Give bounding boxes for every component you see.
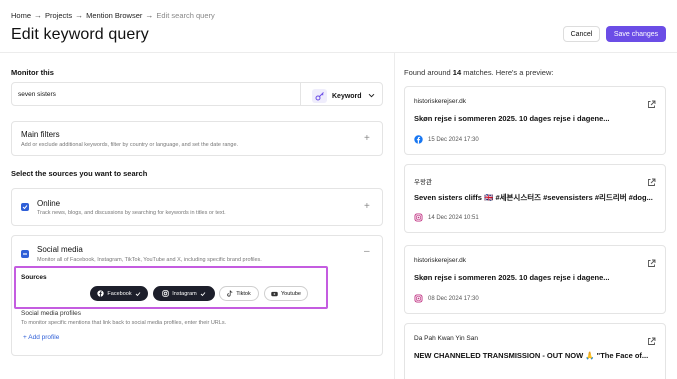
- chevron-down-icon: [367, 87, 376, 105]
- mention-headline: Skøn rejse i sommeren 2025. 10 dages rej…: [414, 273, 610, 282]
- breadcrumb: Home → Projects → Mention Browser → Edit…: [11, 11, 215, 20]
- expand-plus-icon[interactable]: +: [364, 134, 370, 144]
- mention-card[interactable]: historiskerejser.dk Skøn rejse i sommere…: [404, 86, 666, 155]
- facebook-chip[interactable]: Facebook: [90, 286, 148, 301]
- mention-card[interactable]: 우왕관 Seven sisters cliffs 🇬🇧 #세븐시스터즈 #sev…: [404, 164, 666, 233]
- monitor-label: Monitor this: [11, 68, 54, 77]
- mention-meta: 15 Dec 2024 17:30: [414, 135, 479, 144]
- query-type-label: Keyword: [332, 92, 362, 100]
- breadcrumb-separator: →: [34, 11, 43, 20]
- external-link-icon[interactable]: [647, 96, 656, 114]
- breadcrumb-mention-browser[interactable]: Mention Browser: [86, 11, 142, 20]
- mention-meta: 08 Dec 2024 17:30: [414, 294, 479, 303]
- mention-date: 15 Dec 2024 17:30: [428, 136, 479, 143]
- matches-prefix: Found around: [404, 68, 451, 77]
- mention-source: historiskerejser.dk: [414, 98, 467, 105]
- main-filters-title: Main filters: [21, 130, 60, 139]
- external-link-icon[interactable]: [647, 333, 656, 351]
- check-icon: [200, 291, 206, 296]
- social-media-title: Social media: [37, 245, 83, 254]
- mention-headline: Skøn rejse i sommeren 2025. 10 dages rej…: [414, 114, 610, 123]
- social-media-profiles-title: Social media profiles: [21, 310, 81, 317]
- sources-title: Sources: [21, 274, 47, 281]
- online-title: Online: [37, 199, 61, 208]
- mention-headline: Seven sisters cliffs 🇬🇧 #세븐시스터즈 #sevensi…: [414, 193, 653, 202]
- cancel-button[interactable]: Cancel: [563, 26, 600, 42]
- mention-meta: 14 Dec 2024 10:51: [414, 213, 479, 222]
- breadcrumb-projects[interactable]: Projects: [45, 11, 72, 20]
- check-icon: [22, 205, 28, 210]
- social-media-profiles-description: To monitor specific mentions that link b…: [21, 320, 227, 326]
- expand-plus-icon[interactable]: +: [364, 202, 370, 212]
- breadcrumb-home[interactable]: Home: [11, 11, 31, 20]
- mention-date: 08 Dec 2024 17:30: [428, 295, 479, 302]
- youtube-label: Youtube: [281, 290, 301, 297]
- main-filters-description: Add or exclude additional keywords, filt…: [21, 142, 239, 148]
- add-profile-link[interactable]: + Add profile: [23, 334, 59, 341]
- mention-headline: NEW CHANNELED TRANSMISSION - OUT NOW 🙏 "…: [414, 351, 649, 360]
- main-filters-card[interactable]: Main filters Add or exclude additional k…: [11, 121, 383, 156]
- instagram-icon: [162, 290, 169, 297]
- online-checkbox[interactable]: [21, 203, 29, 211]
- instagram-icon: [414, 294, 423, 303]
- facebook-label: Facebook: [107, 290, 132, 297]
- breadcrumb-current: Edit search query: [156, 11, 215, 20]
- external-link-icon[interactable]: [647, 255, 656, 273]
- mention-date: 14 Dec 2024 10:51: [428, 214, 479, 221]
- instagram-chip[interactable]: Instagram: [153, 286, 215, 301]
- sources-highlight-box: Sources Facebook Instagram Tiktok Youtub…: [14, 266, 328, 309]
- page-title: Edit keyword query: [11, 26, 149, 43]
- tiktok-icon: [227, 290, 233, 297]
- tiktok-chip[interactable]: Tiktok: [219, 286, 259, 301]
- instagram-label: Instagram: [172, 290, 197, 297]
- mention-source: 우왕관: [414, 179, 432, 186]
- key-icon: [312, 89, 327, 103]
- matches-summary: Found around 14 matches. Here's a previe…: [404, 68, 553, 77]
- mention-source: Da Pah Kwan Yin San: [414, 335, 478, 342]
- youtube-chip[interactable]: Youtube: [264, 286, 308, 301]
- social-media-checkbox[interactable]: [21, 250, 29, 258]
- youtube-icon: [271, 291, 278, 296]
- monitor-field: seven sisters Keyword: [11, 82, 383, 106]
- breadcrumb-separator: →: [75, 11, 84, 20]
- breadcrumb-separator: →: [145, 11, 154, 20]
- check-icon: [135, 291, 140, 296]
- online-description: Track news, blogs, and discussions by se…: [37, 210, 226, 216]
- facebook-icon: [97, 290, 105, 297]
- save-changes-button[interactable]: Save changes: [606, 26, 666, 42]
- online-card[interactable]: Online Track news, blogs, and discussion…: [11, 188, 383, 226]
- instagram-icon: [414, 213, 423, 222]
- facebook-icon: [414, 135, 423, 144]
- mention-source: historiskerejser.dk: [414, 257, 467, 264]
- column-divider: [394, 53, 395, 379]
- matches-suffix: matches. Here's a preview:: [463, 68, 554, 77]
- external-link-icon[interactable]: [647, 174, 656, 192]
- mention-card[interactable]: Da Pah Kwan Yin San NEW CHANNELED TRANSM…: [404, 323, 666, 379]
- collapse-minus-icon[interactable]: –: [364, 247, 370, 257]
- tiktok-label: Tiktok: [236, 290, 251, 297]
- keyword-input[interactable]: seven sisters: [18, 91, 56, 98]
- mention-card[interactable]: historiskerejser.dk Skøn rejse i sommere…: [404, 245, 666, 314]
- header-divider: [0, 52, 677, 53]
- social-media-description: Monitor all of Facebook, Instagram, TikT…: [37, 257, 262, 263]
- matches-count: 14: [452, 68, 462, 77]
- query-type-select[interactable]: Keyword: [312, 87, 376, 105]
- indeterminate-icon: [23, 253, 27, 255]
- field-separator: [300, 83, 301, 105]
- sources-section-label: Select the sources you want to search: [11, 169, 148, 178]
